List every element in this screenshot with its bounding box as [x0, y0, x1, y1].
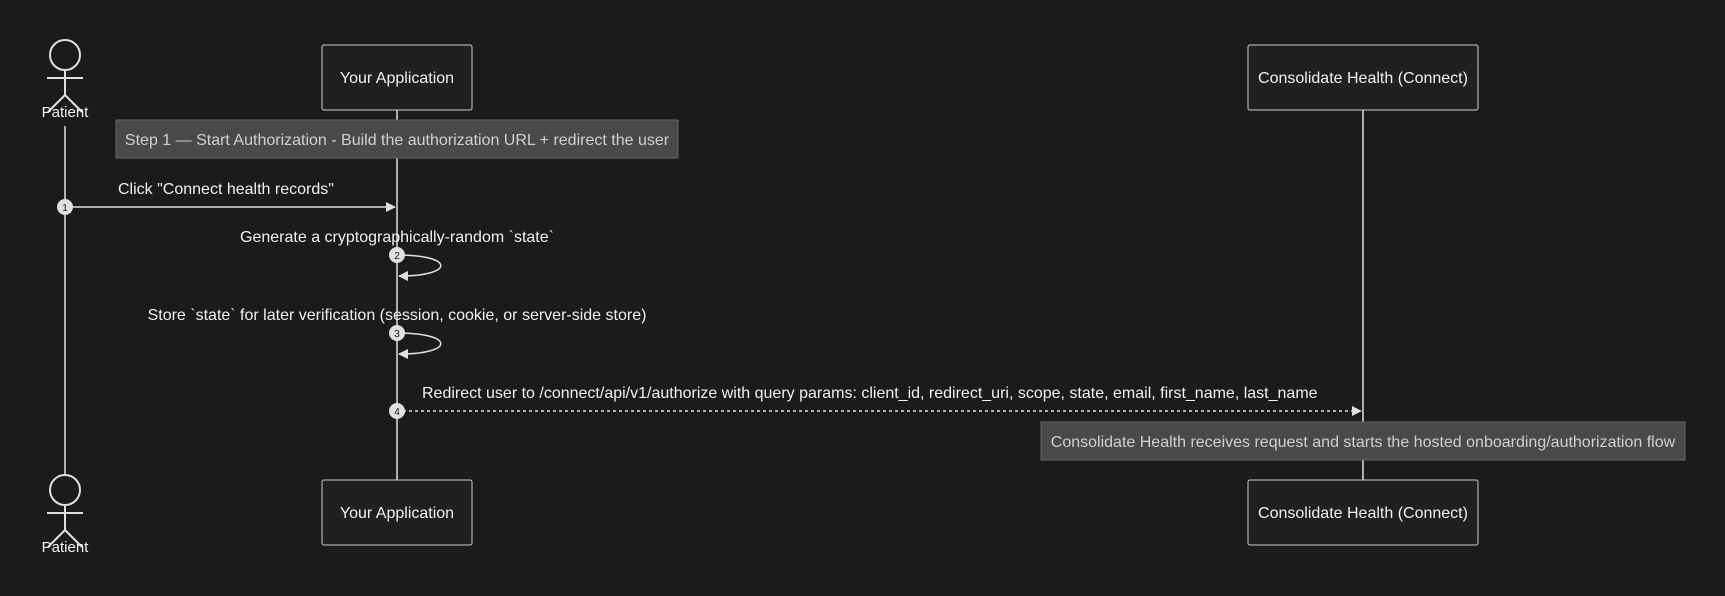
- note-ch-flow: Consolidate Health receives request and …: [1040, 421, 1686, 461]
- sequence-diagram: Patient Your Application Consolidate Hea…: [42, 39, 1686, 556]
- participant-ch-top: Consolidate Health (Connect): [1247, 44, 1479, 111]
- participant-label: Your Application: [340, 505, 454, 522]
- actor-label: Patient: [42, 539, 90, 556]
- participant-app-top: Your Application: [321, 44, 473, 111]
- message-label: Store `state` for later verification (se…: [148, 307, 647, 324]
- participant-ch-bottom: Consolidate Health (Connect): [1247, 479, 1479, 546]
- message-label: Generate a cryptographically-random `sta…: [240, 229, 554, 246]
- stick-figure-icon: [47, 39, 83, 113]
- message-label: Redirect user to /connect/api/v1/authori…: [422, 385, 1318, 402]
- actor-patient-top: Patient: [42, 39, 90, 121]
- participant-app-bottom: Your Application: [321, 479, 473, 546]
- sequence-number: 3: [394, 329, 400, 340]
- sequence-number: 2: [394, 251, 400, 262]
- participant-label: Consolidate Health (Connect): [1258, 70, 1468, 87]
- message-1: Click "Connect health records" 1: [57, 181, 396, 215]
- message-label: Click "Connect health records": [118, 181, 334, 198]
- note-text: Consolidate Health receives request and …: [1051, 434, 1676, 451]
- sequence-number: 4: [394, 407, 400, 418]
- actor-label: Patient: [42, 104, 90, 121]
- actor-patient-bottom: Patient: [42, 474, 90, 556]
- sequence-number: 1: [62, 203, 68, 214]
- note-text: Step 1 — Start Authorization - Build the…: [125, 132, 670, 149]
- stick-figure-icon: [47, 474, 83, 548]
- participant-label: Consolidate Health (Connect): [1258, 505, 1468, 522]
- participant-label: Your Application: [340, 70, 454, 87]
- note-step-1: Step 1 — Start Authorization - Build the…: [115, 119, 679, 159]
- message-4: Redirect user to /connect/api/v1/authori…: [389, 385, 1362, 419]
